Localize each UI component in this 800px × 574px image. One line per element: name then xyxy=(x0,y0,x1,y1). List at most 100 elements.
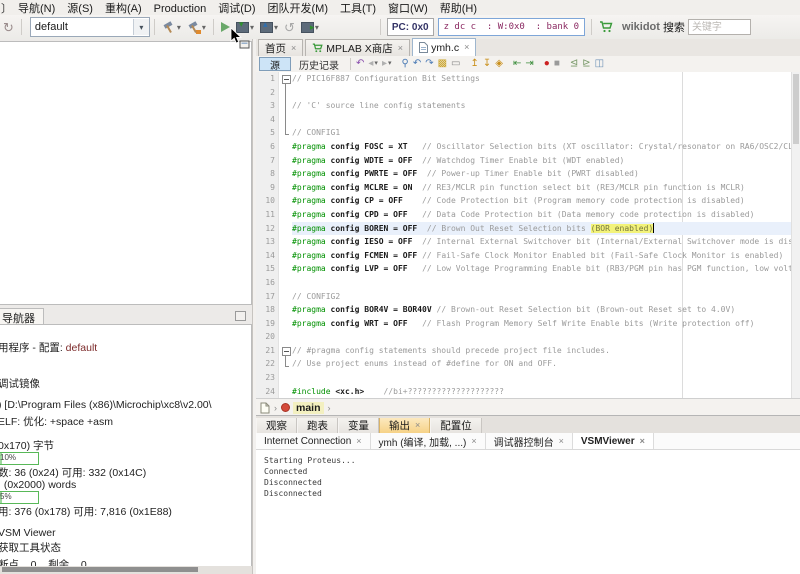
indent-left-icon[interactable]: ⊴ xyxy=(570,58,578,70)
run-macro-icon[interactable]: ■ xyxy=(554,58,560,70)
code-text-area[interactable]: // PIC16F887 Configuration Bit Settings/… xyxy=(292,72,800,398)
menu-item-production[interactable]: Production xyxy=(148,3,213,15)
shift-right-icon[interactable]: ⇥ xyxy=(525,58,533,70)
close-icon[interactable]: × xyxy=(291,44,296,53)
back-icon[interactable]: ◂▾ xyxy=(368,58,378,70)
tab-ymh.c[interactable]: ymh.c× xyxy=(412,38,476,56)
menu-item-t[interactable]: 工具(T) xyxy=(334,3,382,15)
line-number: 18 xyxy=(256,303,278,317)
dashboard-row: ) [D:\Program Files (x86)\Microchip\xc8\… xyxy=(0,399,212,411)
toggle-highlight-icon[interactable]: ▩ xyxy=(438,58,447,70)
forward-icon[interactable]: ▸▾ xyxy=(382,58,392,70)
bottom-tab-观察[interactable]: 观察 xyxy=(256,418,297,433)
scrollbar-thumb[interactable] xyxy=(793,74,799,144)
chip-upload-icon: ▴ xyxy=(260,22,273,33)
code-line: #pragma config WDTE = OFF // Watchdog Ti… xyxy=(292,154,800,168)
menu-item-h[interactable]: 帮助(H) xyxy=(434,3,483,15)
next-occurrence-icon[interactable]: ↷ xyxy=(425,58,433,70)
menu-item-w[interactable]: 窗口(W) xyxy=(382,3,434,15)
tab-MPLAB X商店[interactable]: MPLAB X商店× xyxy=(305,39,410,56)
tab-navigator[interactable]: 导航器 xyxy=(0,308,44,325)
output-tab-ymh[interactable]: ymh (编译, 加载, ...) × xyxy=(371,433,486,449)
shift-left-icon[interactable]: ⇤ xyxy=(513,58,521,70)
close-icon[interactable]: × xyxy=(640,437,645,446)
minimize-panel-button[interactable] xyxy=(235,311,246,321)
dashboard-row: 0x170) 字节 xyxy=(0,438,54,453)
indent-right-icon[interactable]: ⊵ xyxy=(582,58,590,70)
bottom-tab-输出[interactable]: 输出× xyxy=(379,418,430,433)
read-device-memory-button[interactable]: ▴▾ xyxy=(258,17,280,37)
code-segment xyxy=(408,210,422,219)
source-view-button[interactable]: 源 xyxy=(259,57,291,71)
code-segment xyxy=(408,319,422,328)
left-panel-column: 导航器 用程序 - 配置: default调试镜像) [D:\Program F… xyxy=(0,39,252,574)
dashboard-text: default xyxy=(66,342,98,354)
diff-icon[interactable]: ◫ xyxy=(595,58,604,70)
line-number: 3 xyxy=(256,99,278,113)
output-tab-vsmviewer[interactable]: VSMViewer × xyxy=(573,433,654,449)
code-segment xyxy=(364,387,383,396)
fold-collapse-icon[interactable] xyxy=(282,347,291,356)
line-number: 14 xyxy=(256,249,278,263)
output-tab-internetconnection[interactable]: Internet Connection × xyxy=(256,433,371,449)
editor-vertical-scrollbar[interactable] xyxy=(791,72,800,398)
clean-build-project-button[interactable]: ▾ xyxy=(185,17,208,37)
hold-in-reset-button[interactable]: ↺ xyxy=(282,17,297,37)
build-project-button[interactable]: ▾ xyxy=(160,17,183,37)
close-icon[interactable]: × xyxy=(415,421,420,430)
menu-item-a[interactable]: 重构(A) xyxy=(99,3,148,15)
bottom-tab-配置位[interactable]: 配置位 xyxy=(430,418,482,433)
line-number-gutter[interactable]: 123456789101112131415161718192021222324 xyxy=(256,72,279,398)
refresh-icon[interactable]: ↻ xyxy=(1,17,16,37)
menu-item-m[interactable]: 团队开发(M) xyxy=(262,3,335,15)
record-macro-icon[interactable]: ● xyxy=(544,58,550,70)
output-tab-[interactable]: 调试器控制台 × xyxy=(486,433,573,449)
search-input[interactable] xyxy=(688,19,751,35)
program-device-ipe-button[interactable]: ▸▾ xyxy=(299,17,321,37)
toggle-highlight-icon-glyph: ▩ xyxy=(438,58,447,70)
code-fold-column[interactable] xyxy=(279,72,292,398)
next-bookmark-icon[interactable]: ↧ xyxy=(483,58,491,70)
breadcrumb-item-main[interactable]: main xyxy=(293,402,324,414)
code-segment: config CP = OFF xyxy=(326,196,403,205)
scrollbar-thumb[interactable] xyxy=(2,567,198,572)
close-icon[interactable]: × xyxy=(464,43,469,52)
rectangular-selection-icon[interactable]: ▭ xyxy=(451,58,460,70)
shift-right-icon-glyph: ⇥ xyxy=(525,58,533,70)
code-line: #include <xc.h> //bi+???????????????????… xyxy=(292,385,800,398)
horizontal-scrollbar[interactable] xyxy=(0,566,252,574)
output-console[interactable]: Starting Proteus...ConnectedDisconnected… xyxy=(256,450,800,574)
dashboard-text: ) [D:\Program Files (x86)\Microchip\xc8\… xyxy=(0,399,212,411)
line-number: 9 xyxy=(256,181,278,195)
last-edit-position-icon-glyph: ↶ xyxy=(356,58,364,70)
toggle-bookmark-icon[interactable]: ◈ xyxy=(495,58,503,70)
text-caret xyxy=(653,223,654,233)
configuration-select[interactable]: default ▾ xyxy=(30,17,150,37)
code-segment xyxy=(417,224,427,233)
dashboard-text: 调试镜像 xyxy=(0,378,40,390)
code-editor[interactable]: 123456789101112131415161718192021222324 … xyxy=(256,72,800,398)
close-icon[interactable]: × xyxy=(398,44,403,53)
previous-bookmark-icon[interactable]: ↥ xyxy=(471,58,479,70)
code-line: // #pragma config statements should prec… xyxy=(292,344,800,358)
close-icon[interactable]: × xyxy=(471,437,476,446)
previous-occurrence-icon[interactable]: ↶ xyxy=(413,58,421,70)
close-icon[interactable]: × xyxy=(559,437,564,446)
find-icon[interactable]: ⚲ xyxy=(401,58,408,70)
fold-collapse-icon[interactable] xyxy=(282,75,291,84)
menu-item-s[interactable]: 源(S) xyxy=(61,3,99,15)
editor-toolbar: 源 历史记录 ↶ ◂▾ ▸▾ ⚲ ↶ ↷ ▩ ▭ ↥ ↧ ◈ ⇤ ⇥ ● ■ ⊴ ⊵ ◫ xyxy=(256,56,800,73)
tab-label: VSMViewer xyxy=(581,436,635,447)
menu-item-n[interactable]: 导航(N) xyxy=(12,3,61,15)
bottom-tab-变量[interactable]: 变量 xyxy=(338,418,379,433)
menu-item-d[interactable]: 调试(D) xyxy=(212,3,261,15)
tab-首页[interactable]: 首页× xyxy=(258,39,303,56)
bottom-tab-跑表[interactable]: 跑表 xyxy=(297,418,338,433)
mplab-store-cart-button[interactable] xyxy=(597,17,615,37)
close-icon[interactable]: × xyxy=(356,437,361,446)
chevron-down-icon: ▾ xyxy=(388,58,392,70)
chip-run-icon: ▸ xyxy=(301,22,314,33)
last-edit-position-icon[interactable]: ↶ xyxy=(356,58,364,70)
history-view-button[interactable]: 历史记录 xyxy=(291,58,347,70)
code-line: #pragma config MCLRE = ON // RE3/MCLR pi… xyxy=(292,181,800,195)
